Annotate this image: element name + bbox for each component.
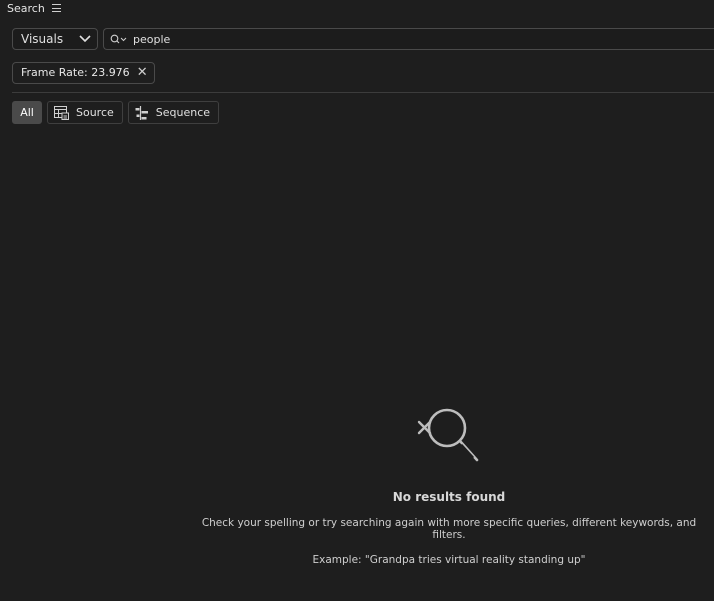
result-type-tabs: All Source Sequence: [12, 101, 220, 124]
close-icon[interactable]: ✕: [137, 66, 148, 79]
source-bin-icon: [54, 105, 69, 120]
tab-label: Source: [76, 106, 114, 119]
search-panel: Search Visuals people Frame Rate: 23.976…: [0, 0, 714, 601]
tab-sequence[interactable]: Sequence: [127, 101, 220, 124]
tab-label: All: [20, 106, 34, 119]
tab-label: Sequence: [155, 106, 211, 119]
search-query: people: [133, 32, 171, 46]
empty-message: Check your spelling or try searching aga…: [201, 517, 697, 541]
filter-chips: Frame Rate: 23.976 ✕: [12, 61, 155, 84]
panel-title: Search: [7, 1, 45, 15]
search-scope-label: Visuals: [21, 32, 64, 46]
filter-chip-label: Frame Rate: 23.976: [21, 66, 130, 79]
search-icon[interactable]: [110, 34, 127, 44]
search-input[interactable]: people: [103, 28, 714, 50]
divider: [12, 92, 714, 93]
search-scope-dropdown[interactable]: Visuals: [12, 28, 98, 50]
panel-header: Search: [0, 0, 61, 16]
no-results-icon: [417, 408, 479, 462]
hamburger-icon[interactable]: [51, 4, 61, 12]
empty-example: Example: "Grandpa tries virtual reality …: [312, 554, 586, 566]
sequence-icon: [135, 105, 149, 120]
search-row: Visuals people: [12, 28, 714, 52]
filter-chip[interactable]: Frame Rate: 23.976 ✕: [12, 61, 155, 84]
chevron-down-icon: [79, 35, 91, 43]
tab-all[interactable]: All: [12, 101, 42, 124]
empty-state: No results found Check your spelling or …: [200, 404, 698, 566]
empty-title: No results found: [392, 490, 506, 504]
tab-source[interactable]: Source: [47, 101, 123, 124]
